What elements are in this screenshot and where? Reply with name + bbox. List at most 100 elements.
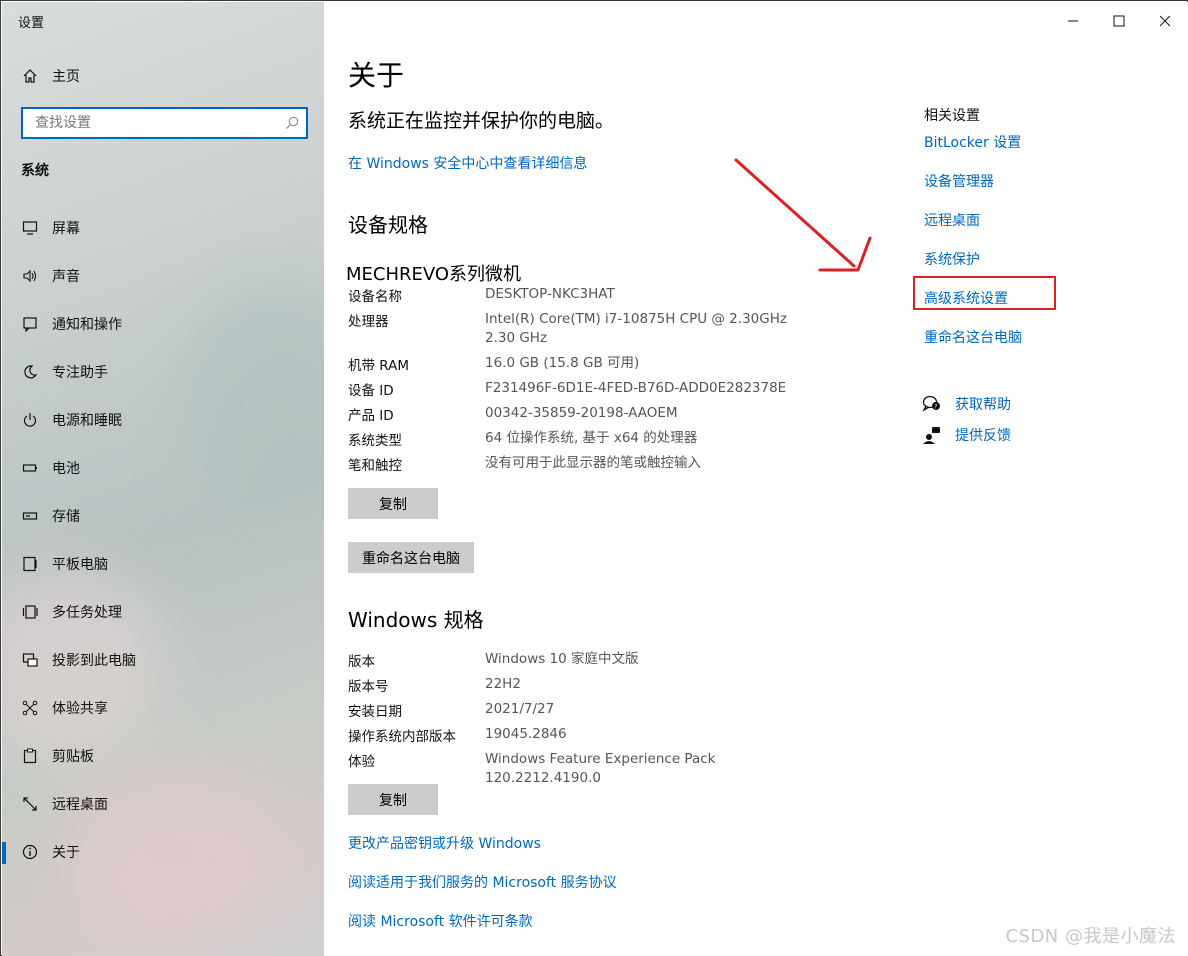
power-icon xyxy=(21,411,39,429)
sidebar-item-3[interactable]: 通知和操作 xyxy=(2,302,324,346)
clipboard-icon xyxy=(21,747,39,765)
sidebar-item-label: 电源和睡眠 xyxy=(52,413,122,429)
project-icon xyxy=(21,651,39,669)
sidebar-item-6[interactable]: 电池 xyxy=(2,446,324,490)
spec-key: 操作系统内部版本 xyxy=(348,729,456,745)
minimize-button[interactable] xyxy=(1050,10,1096,32)
device-manager-link[interactable]: 设备管理器 xyxy=(924,171,994,191)
spec-key: 版本号 xyxy=(348,679,389,695)
give-feedback-link[interactable]: 提供反馈 xyxy=(922,425,1011,445)
sidebar-item-label: 远程桌面 xyxy=(52,797,108,813)
search-box[interactable] xyxy=(21,107,308,139)
spec-row: 笔和触控 没有可用于此显示器的笔或触控输入 xyxy=(348,454,818,474)
sidebar-item-10[interactable]: 投影到此电脑 xyxy=(2,638,324,682)
close-button[interactable] xyxy=(1142,10,1188,32)
sidebar-section-heading: 系统 xyxy=(21,163,49,179)
spec-row: 安装日期 2021/7/27 xyxy=(348,700,818,720)
spec-row: 机带 RAM 16.0 GB (15.8 GB 可用) xyxy=(348,354,818,374)
help-chat-icon: ? xyxy=(922,395,942,413)
sidebar-item-4[interactable]: 专注助手 xyxy=(2,350,324,394)
spec-value: 2021/7/27 xyxy=(485,701,555,717)
settings-window: 设置 主页 系统 屏幕声音通知和操作专注助手电源和睡眠电池存储平板电脑多任务处理… xyxy=(0,0,1188,956)
spec-key: 安装日期 xyxy=(348,704,402,720)
sidebar-item-label: 多任务处理 xyxy=(52,605,122,621)
maximize-icon xyxy=(1113,15,1125,27)
remote-desktop-icon xyxy=(21,795,39,813)
give-feedback-label: 提供反馈 xyxy=(955,428,1011,444)
windows-specs-heading: Windows 规格 xyxy=(348,608,484,632)
rename-pc-button[interactable]: 重命名这台电脑 xyxy=(348,542,474,573)
protection-status: 系统正在监控并保护你的电脑。 xyxy=(348,110,615,132)
sidebar-item-label: 关于 xyxy=(52,845,80,861)
sidebar-item-14[interactable]: 关于 xyxy=(2,830,324,874)
sidebar-item-12[interactable]: 剪贴板 xyxy=(2,734,324,778)
spec-row: 产品 ID 00342-35859-20198-AAOEM xyxy=(348,404,818,424)
svg-text:?: ? xyxy=(934,404,937,411)
spec-value: 00342-35859-20198-AAOEM xyxy=(485,405,678,421)
sidebar-item-13[interactable]: 远程桌面 xyxy=(2,782,324,826)
get-help-label: 获取帮助 xyxy=(955,397,1011,413)
sidebar-item-8[interactable]: 平板电脑 xyxy=(2,542,324,586)
sidebar-item-home[interactable]: 主页 xyxy=(2,54,324,98)
device-specs-heading: 设备规格 xyxy=(348,213,428,237)
spec-value: 16.0 GB (15.8 GB 可用) xyxy=(485,355,640,371)
sidebar-item-label: 电池 xyxy=(52,461,80,477)
spec-key: 设备名称 xyxy=(348,289,402,305)
spec-value: 19045.2846 xyxy=(485,726,567,742)
spec-value: DESKTOP-NKC3HAT xyxy=(485,286,615,302)
spec-row: 系统类型 64 位操作系统, 基于 x64 的处理器 xyxy=(348,429,818,449)
copy-windows-specs-button[interactable]: 复制 xyxy=(348,784,438,815)
spec-row: 版本 Windows 10 家庭中文版 xyxy=(348,650,818,670)
spec-row: 处理器 Intel(R) Core(TM) i7-10875H CPU @ 2.3… xyxy=(348,310,818,348)
spec-value: 22H2 xyxy=(485,676,521,692)
sidebar-item-label: 屏幕 xyxy=(52,221,80,237)
spec-value: Intel(R) Core(TM) i7-10875H CPU @ 2.30GH… xyxy=(485,311,787,346)
sidebar-item-9[interactable]: 多任务处理 xyxy=(2,590,324,634)
get-help-link[interactable]: ? 获取帮助 xyxy=(922,394,1011,414)
spec-value: 64 位操作系统, 基于 x64 的处理器 xyxy=(485,430,698,446)
system-protection-link[interactable]: 系统保护 xyxy=(924,249,980,269)
minimize-icon xyxy=(1068,20,1078,22)
red-arrow-annotation xyxy=(734,158,872,272)
spec-row: 操作系统内部版本 19045.2846 xyxy=(348,725,818,745)
close-icon xyxy=(1159,15,1171,27)
info-icon xyxy=(21,843,39,861)
service-agreement-link[interactable]: 阅读适用于我们服务的 Microsoft 服务协议 xyxy=(348,872,617,892)
main-content: 关于 系统正在监控并保护你的电脑。 在 Windows 安全中心中查看详细信息 … xyxy=(324,2,1188,956)
spec-key: 机带 RAM xyxy=(348,358,410,374)
sidebar-item-1[interactable]: 屏幕 xyxy=(2,206,324,250)
sidebar-item-2[interactable]: 声音 xyxy=(2,254,324,298)
feedback-icon xyxy=(922,426,942,444)
copy-device-specs-button[interactable]: 复制 xyxy=(348,488,438,519)
window-title: 设置 xyxy=(18,16,45,31)
sidebar-item-11[interactable]: 体验共享 xyxy=(2,686,324,730)
spec-key: 产品 ID xyxy=(348,408,394,424)
rename-pc-link[interactable]: 重命名这台电脑 xyxy=(924,327,1022,347)
sidebar-item-label: 平板电脑 xyxy=(52,557,108,573)
change-product-key-link[interactable]: 更改产品密钥或升级 Windows xyxy=(348,833,541,853)
highlight-box xyxy=(913,276,1056,310)
sidebar-item-label: 通知和操作 xyxy=(52,317,122,333)
spec-key: 版本 xyxy=(348,654,375,670)
security-center-link[interactable]: 在 Windows 安全中心中查看详细信息 xyxy=(348,153,587,173)
spec-row: 版本号 22H2 xyxy=(348,675,818,695)
spec-key: 体验 xyxy=(348,754,375,770)
sidebar-item-5[interactable]: 电源和睡眠 xyxy=(2,398,324,442)
spec-value: Windows Feature Experience Pack 120.2212… xyxy=(485,751,716,786)
maximize-button[interactable] xyxy=(1096,10,1142,32)
sidebar-item-label: 剪贴板 xyxy=(52,749,94,765)
search-input[interactable] xyxy=(33,109,277,137)
bitlocker-settings-link[interactable]: BitLocker 设置 xyxy=(924,132,1021,152)
sidebar-item-7[interactable]: 存储 xyxy=(2,494,324,538)
spec-value: Windows 10 家庭中文版 xyxy=(485,651,639,667)
spec-value: 没有可用于此显示器的笔或触控输入 xyxy=(485,455,701,471)
speaker-icon xyxy=(21,267,39,285)
search-icon[interactable] xyxy=(284,115,300,135)
license-terms-link[interactable]: 阅读 Microsoft 软件许可条款 xyxy=(348,911,533,931)
sidebar-item-label: 声音 xyxy=(52,269,80,285)
share-icon xyxy=(21,699,39,717)
battery-icon xyxy=(21,459,39,477)
spec-key: 处理器 xyxy=(348,314,389,330)
sidebar-item-label: 主页 xyxy=(52,69,80,85)
remote-desktop-link[interactable]: 远程桌面 xyxy=(924,210,980,230)
